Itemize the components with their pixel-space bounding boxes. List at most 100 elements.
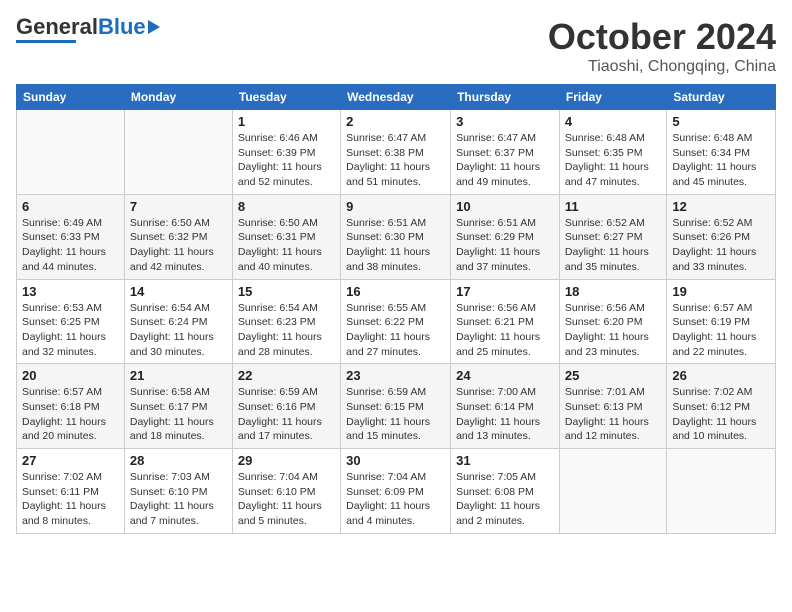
day-detail: Sunrise: 6:59 AMSunset: 6:16 PMDaylight:… — [238, 385, 335, 444]
week-row-1: 1 Sunrise: 6:46 AMSunset: 6:39 PMDaylight… — [17, 110, 776, 195]
calendar-cell: 3 Sunrise: 6:47 AMSunset: 6:37 PMDaylight… — [451, 110, 560, 195]
day-number: 2 — [346, 114, 445, 129]
page-header: GeneralBlue October 2024 Tiaoshi, Chongq… — [16, 16, 776, 76]
day-detail: Sunrise: 6:48 AMSunset: 6:35 PMDaylight:… — [565, 131, 661, 190]
day-detail: Sunrise: 6:48 AMSunset: 6:34 PMDaylight:… — [672, 131, 770, 190]
day-number: 21 — [130, 368, 227, 383]
day-detail: Sunrise: 7:04 AMSunset: 6:10 PMDaylight:… — [238, 470, 335, 529]
page-title: October 2024 — [548, 16, 776, 58]
calendar-cell — [17, 110, 125, 195]
calendar-cell: 6 Sunrise: 6:49 AMSunset: 6:33 PMDaylight… — [17, 194, 125, 279]
day-detail: Sunrise: 7:00 AMSunset: 6:14 PMDaylight:… — [456, 385, 554, 444]
calendar-cell: 7Sunrise: 6:50 AMSunset: 6:32 PMDaylight… — [124, 194, 232, 279]
calendar-cell: 2 Sunrise: 6:47 AMSunset: 6:38 PMDaylight… — [341, 110, 451, 195]
calendar-body: 1 Sunrise: 6:46 AMSunset: 6:39 PMDaylight… — [17, 110, 776, 534]
calendar-cell: 21Sunrise: 6:58 AMSunset: 6:17 PMDayligh… — [124, 364, 232, 449]
logo: GeneralBlue — [16, 16, 160, 43]
day-number: 8 — [238, 199, 335, 214]
day-number: 14 — [130, 284, 227, 299]
calendar-cell — [124, 110, 232, 195]
day-detail: Sunrise: 6:51 AMSunset: 6:30 PMDaylight:… — [346, 216, 445, 275]
day-detail: Sunrise: 6:59 AMSunset: 6:15 PMDaylight:… — [346, 385, 445, 444]
day-detail: Sunrise: 6:49 AMSunset: 6:33 PMDaylight:… — [22, 216, 119, 275]
header-cell-friday: Friday — [559, 85, 666, 110]
day-number: 12 — [672, 199, 770, 214]
header-cell-saturday: Saturday — [667, 85, 776, 110]
day-detail: Sunrise: 6:52 AMSunset: 6:26 PMDaylight:… — [672, 216, 770, 275]
calendar-cell — [667, 449, 776, 534]
day-number: 27 — [22, 453, 119, 468]
day-detail: Sunrise: 6:55 AMSunset: 6:22 PMDaylight:… — [346, 301, 445, 360]
day-number: 9 — [346, 199, 445, 214]
calendar-cell: 4 Sunrise: 6:48 AMSunset: 6:35 PMDaylight… — [559, 110, 666, 195]
day-number: 20 — [22, 368, 119, 383]
calendar-cell: 13Sunrise: 6:53 AMSunset: 6:25 PMDayligh… — [17, 279, 125, 364]
header-cell-wednesday: Wednesday — [341, 85, 451, 110]
calendar-cell: 14 Sunrise: 6:54 AMSunset: 6:24 PMDayligh… — [124, 279, 232, 364]
logo-text: GeneralBlue — [16, 16, 146, 38]
day-number: 7 — [130, 199, 227, 214]
day-detail: Sunrise: 6:54 AMSunset: 6:23 PMDaylight:… — [238, 301, 335, 360]
day-detail: Sunrise: 6:56 AMSunset: 6:20 PMDaylight:… — [565, 301, 661, 360]
calendar-cell — [559, 449, 666, 534]
day-number: 26 — [672, 368, 770, 383]
logo-general: General — [16, 14, 98, 39]
calendar-cell: 9 Sunrise: 6:51 AMSunset: 6:30 PMDaylight… — [341, 194, 451, 279]
day-number: 6 — [22, 199, 119, 214]
calendar-cell: 19Sunrise: 6:57 AMSunset: 6:19 PMDayligh… — [667, 279, 776, 364]
day-number: 29 — [238, 453, 335, 468]
calendar-cell: 22 Sunrise: 6:59 AMSunset: 6:16 PMDayligh… — [232, 364, 340, 449]
day-number: 28 — [130, 453, 227, 468]
day-number: 17 — [456, 284, 554, 299]
day-number: 1 — [238, 114, 335, 129]
week-row-3: 13Sunrise: 6:53 AMSunset: 6:25 PMDayligh… — [17, 279, 776, 364]
calendar-cell: 20Sunrise: 6:57 AMSunset: 6:18 PMDayligh… — [17, 364, 125, 449]
week-row-2: 6 Sunrise: 6:49 AMSunset: 6:33 PMDaylight… — [17, 194, 776, 279]
week-row-5: 27 Sunrise: 7:02 AMSunset: 6:11 PMDayligh… — [17, 449, 776, 534]
calendar-cell: 24 Sunrise: 7:00 AMSunset: 6:14 PMDayligh… — [451, 364, 560, 449]
calendar-cell: 10Sunrise: 6:51 AMSunset: 6:29 PMDayligh… — [451, 194, 560, 279]
day-detail: Sunrise: 7:03 AMSunset: 6:10 PMDaylight:… — [130, 470, 227, 529]
header-cell-tuesday: Tuesday — [232, 85, 340, 110]
day-detail: Sunrise: 6:46 AMSunset: 6:39 PMDaylight:… — [238, 131, 335, 190]
day-number: 19 — [672, 284, 770, 299]
day-number: 4 — [565, 114, 661, 129]
calendar-cell: 16Sunrise: 6:55 AMSunset: 6:22 PMDayligh… — [341, 279, 451, 364]
day-detail: Sunrise: 6:52 AMSunset: 6:27 PMDaylight:… — [565, 216, 661, 275]
logo-blue: Blue — [98, 14, 146, 39]
page-subtitle: Tiaoshi, Chongqing, China — [548, 58, 776, 76]
day-detail: Sunrise: 7:05 AMSunset: 6:08 PMDaylight:… — [456, 470, 554, 529]
header-row: SundayMondayTuesdayWednesdayThursdayFrid… — [17, 85, 776, 110]
calendar-cell: 28 Sunrise: 7:03 AMSunset: 6:10 PMDayligh… — [124, 449, 232, 534]
calendar-cell: 26Sunrise: 7:02 AMSunset: 6:12 PMDayligh… — [667, 364, 776, 449]
title-block: October 2024 Tiaoshi, Chongqing, China — [548, 16, 776, 76]
day-number: 15 — [238, 284, 335, 299]
calendar-cell: 15 Sunrise: 6:54 AMSunset: 6:23 PMDayligh… — [232, 279, 340, 364]
day-detail: Sunrise: 7:01 AMSunset: 6:13 PMDaylight:… — [565, 385, 661, 444]
day-number: 24 — [456, 368, 554, 383]
day-detail: Sunrise: 6:47 AMSunset: 6:38 PMDaylight:… — [346, 131, 445, 190]
day-number: 5 — [672, 114, 770, 129]
calendar-cell: 25Sunrise: 7:01 AMSunset: 6:13 PMDayligh… — [559, 364, 666, 449]
day-detail: Sunrise: 6:47 AMSunset: 6:37 PMDaylight:… — [456, 131, 554, 190]
calendar-cell: 27 Sunrise: 7:02 AMSunset: 6:11 PMDayligh… — [17, 449, 125, 534]
logo-underline — [16, 40, 76, 43]
calendar-table: SundayMondayTuesdayWednesdayThursdayFrid… — [16, 84, 776, 534]
week-row-4: 20Sunrise: 6:57 AMSunset: 6:18 PMDayligh… — [17, 364, 776, 449]
calendar-cell: 31 Sunrise: 7:05 AMSunset: 6:08 PMDayligh… — [451, 449, 560, 534]
day-detail: Sunrise: 6:54 AMSunset: 6:24 PMDaylight:… — [130, 301, 227, 360]
day-number: 22 — [238, 368, 335, 383]
logo-arrow-icon — [148, 20, 160, 34]
day-number: 31 — [456, 453, 554, 468]
day-number: 18 — [565, 284, 661, 299]
calendar-cell: 18 Sunrise: 6:56 AMSunset: 6:20 PMDayligh… — [559, 279, 666, 364]
day-number: 10 — [456, 199, 554, 214]
calendar-cell: 29 Sunrise: 7:04 AMSunset: 6:10 PMDayligh… — [232, 449, 340, 534]
day-detail: Sunrise: 6:56 AMSunset: 6:21 PMDaylight:… — [456, 301, 554, 360]
day-number: 3 — [456, 114, 554, 129]
calendar-cell: 17 Sunrise: 6:56 AMSunset: 6:21 PMDayligh… — [451, 279, 560, 364]
calendar-cell: 12 Sunrise: 6:52 AMSunset: 6:26 PMDayligh… — [667, 194, 776, 279]
calendar-cell: 30Sunrise: 7:04 AMSunset: 6:09 PMDayligh… — [341, 449, 451, 534]
day-detail: Sunrise: 7:02 AMSunset: 6:11 PMDaylight:… — [22, 470, 119, 529]
day-number: 13 — [22, 284, 119, 299]
